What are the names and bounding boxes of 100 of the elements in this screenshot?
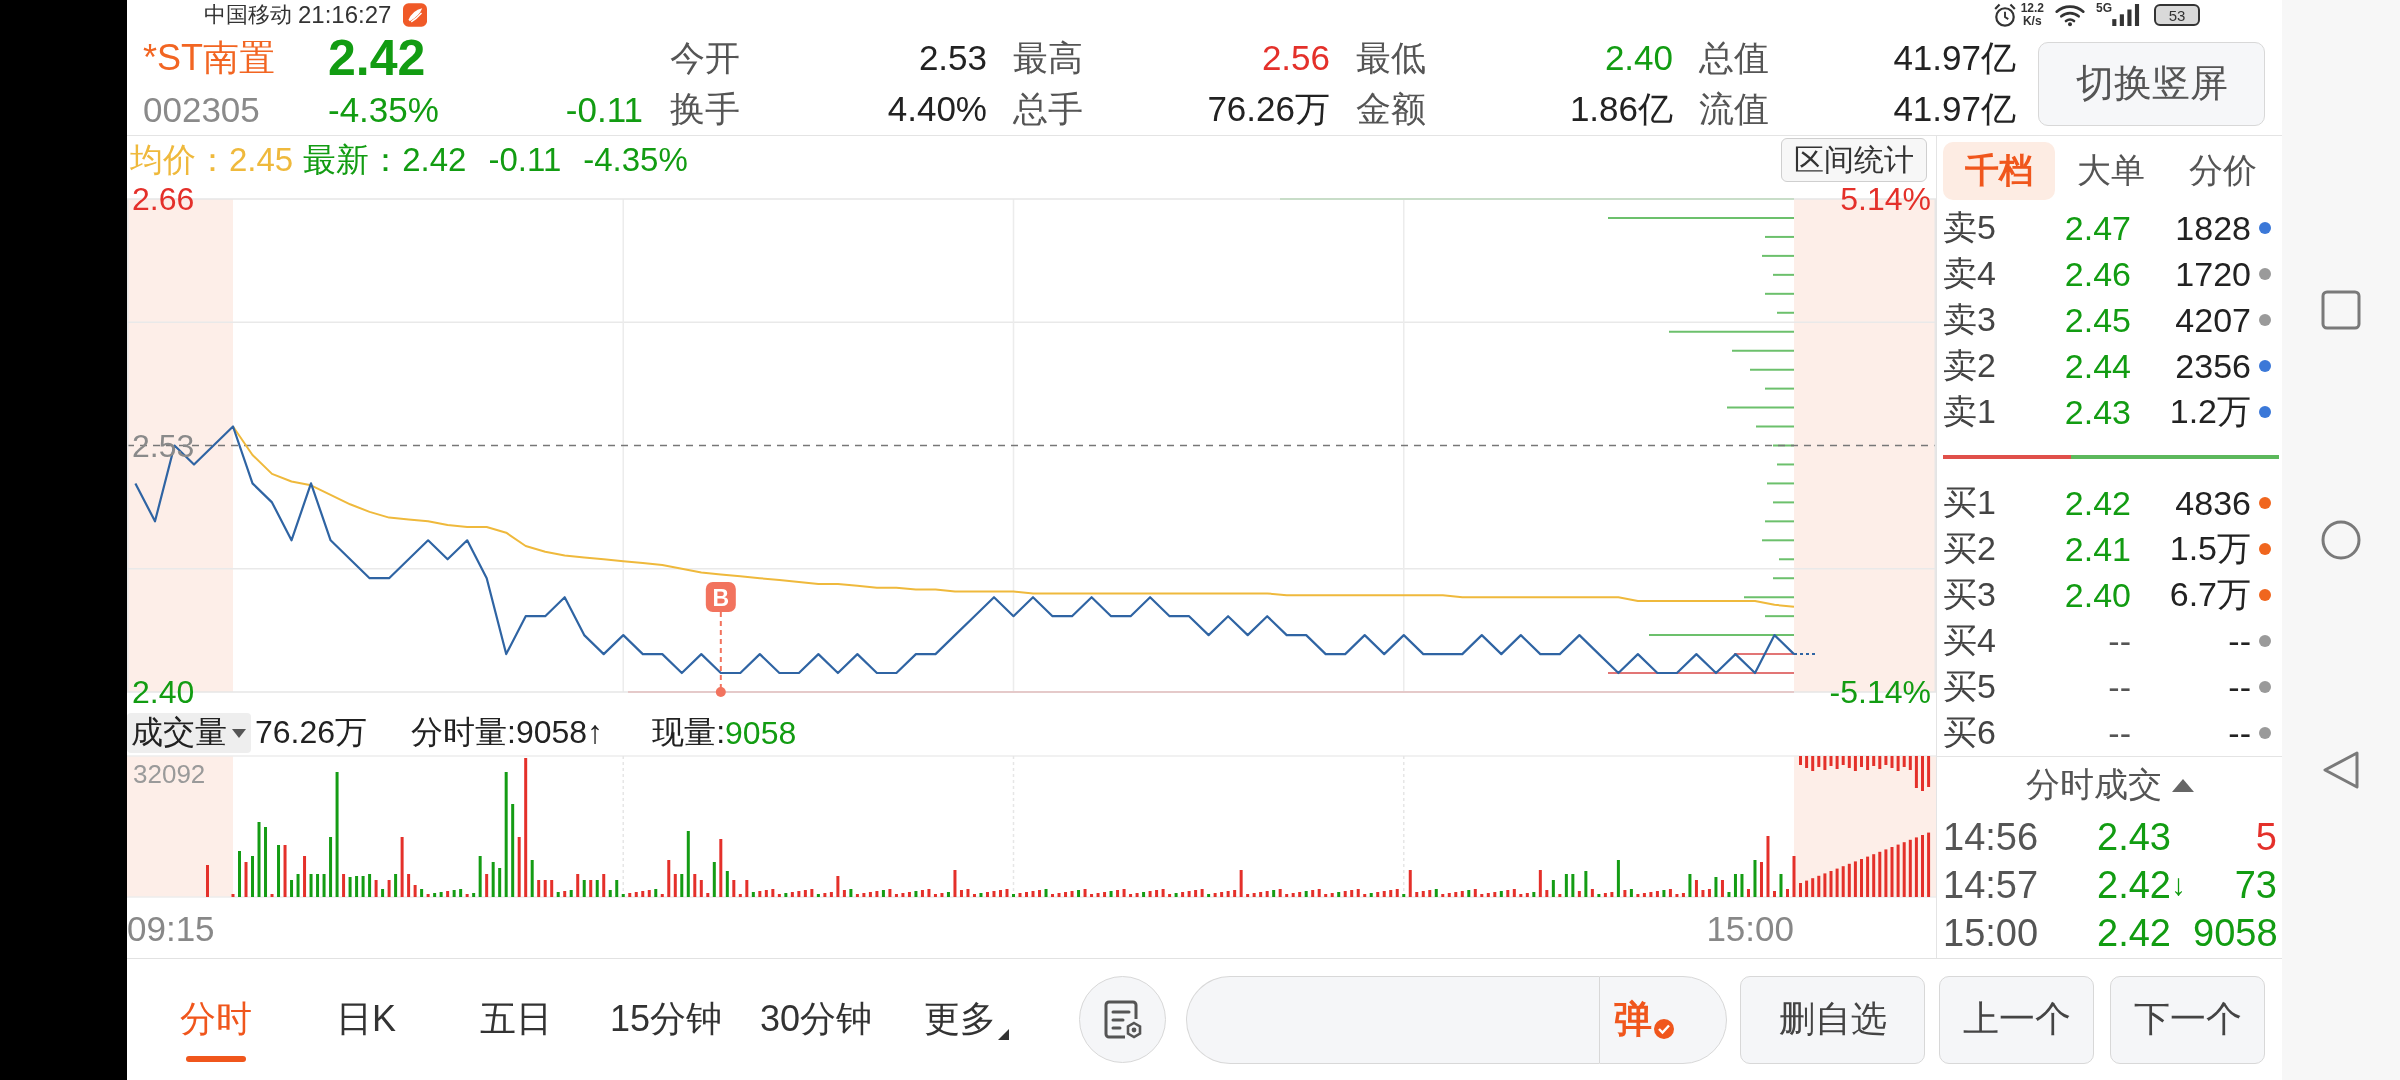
stock-name: *ST南置 — [143, 35, 275, 80]
order-price: 2.40 — [2063, 575, 2131, 615]
order-book-tab[interactable]: 分价 — [2167, 141, 2279, 200]
auction-volume-bar — [1878, 756, 1882, 769]
auction-volume-bar — [1878, 851, 1882, 897]
status-time: 21:16:27 — [298, 2, 392, 28]
previous-button[interactable]: 上一个 — [1939, 975, 2094, 1064]
auction-volume-bar — [1866, 856, 1870, 897]
auction-volume-bar — [1884, 756, 1888, 765]
auction-volume-bar — [1896, 756, 1900, 771]
comment-field[interactable] — [1186, 975, 1599, 1064]
auction-volume-bar — [1805, 756, 1809, 768]
auction-volume-bar — [1829, 871, 1833, 897]
order-level-label: 买1 — [1943, 482, 1997, 523]
order-price: 2.45 — [2063, 300, 2131, 340]
auction-volume-bar — [1914, 837, 1918, 897]
period-tab[interactable]: 日K — [291, 969, 441, 1070]
indicator-dropdown[interactable]: 成交量 — [127, 713, 251, 753]
order-price: -- — [2107, 713, 2131, 753]
auction-volume-bar — [1927, 756, 1931, 787]
order-volume: 1720 — [2174, 254, 2251, 294]
period-tab[interactable]: 15分钟 — [591, 969, 741, 1070]
stat-value: 41.97亿 — [1893, 36, 2016, 79]
auction-volume-bar — [1853, 756, 1857, 771]
auction-volume-bar — [1927, 832, 1931, 897]
auction-volume-bar — [1823, 873, 1827, 897]
stat-label: 金额 — [1356, 87, 1426, 130]
order-volume: 4836 — [2174, 483, 2251, 523]
caret-down-icon — [232, 728, 246, 738]
order-volume: 2356 — [2174, 346, 2251, 386]
auction-volume-bar — [1847, 756, 1851, 768]
average-price-label: 均价： — [130, 139, 229, 180]
auction-volume-bar — [1890, 756, 1894, 768]
auction-volume-bar — [1860, 756, 1863, 767]
order-level-label: 买4 — [1943, 620, 1997, 661]
order-level-label: 卖1 — [1943, 391, 1997, 432]
percent-axis-label: 5.14% — [1840, 181, 1931, 217]
period-tab[interactable]: 五日 — [441, 969, 591, 1070]
last-price: 2.42 — [328, 33, 426, 83]
recents-icon[interactable] — [2321, 290, 2361, 330]
battery-level: 53 — [2154, 4, 2200, 26]
stat-value: 2.53 — [918, 38, 987, 78]
orientation-button[interactable]: 切换竖屏 — [2038, 41, 2265, 126]
period-tab[interactable]: 更多 — [891, 969, 1041, 1070]
auction-volume-bar — [1902, 842, 1906, 897]
order-book-tab[interactable]: 大单 — [2055, 141, 2167, 200]
order-volume: 4207 — [2174, 300, 2251, 340]
trade-ticks-toggle[interactable]: 分时成交 — [2025, 762, 2194, 808]
tick-time: 14:56 — [1943, 815, 2040, 859]
next-button[interactable]: 下一个 — [2110, 975, 2265, 1064]
stat-label: 最高 — [1013, 36, 1083, 79]
annotation: B — [712, 585, 730, 611]
auction-volume-bar — [1890, 847, 1894, 897]
auction-volume-bar — [1805, 880, 1809, 897]
auction-volume-bar — [1853, 861, 1857, 897]
stat-label: 总手 — [1013, 87, 1083, 130]
order-price: -- — [2107, 667, 2131, 707]
auction-volume-bar — [1908, 756, 1912, 770]
alarm-clock-icon — [1992, 2, 2017, 28]
order-volume: 1.5万 — [2168, 528, 2251, 569]
auction-volume-bar — [1823, 756, 1827, 770]
latest-change-value: -0.11 — [488, 141, 562, 179]
stat-label: 总值 — [1699, 36, 1769, 79]
app-notification-icon — [403, 3, 428, 27]
total-volume: 76.26万 — [255, 713, 368, 752]
auction-volume-bar — [1835, 756, 1839, 769]
price-axis-label: 2.66 — [132, 181, 195, 217]
auction-volume-bar — [1811, 878, 1815, 897]
period-tab[interactable]: 30分钟 — [741, 969, 891, 1070]
order-level-label: 买3 — [1943, 574, 1997, 615]
auction-volume-bar — [1811, 756, 1815, 771]
auction-volume-bar — [1921, 835, 1924, 897]
tick-volume: 9058 — [2193, 911, 2277, 955]
volume-axis-label: 32092 — [133, 759, 206, 789]
order-volume: -- — [2227, 713, 2251, 753]
auction-volume-bar — [1817, 756, 1821, 767]
signal-icon — [2112, 4, 2140, 26]
order-volume: 1828 — [2174, 208, 2251, 248]
auction-volume-bar — [1835, 868, 1839, 897]
order-volume: 1.2万 — [2168, 391, 2251, 432]
auction-volume-bar — [1914, 756, 1918, 788]
order-price: 2.46 — [2063, 254, 2131, 294]
tick-time: 15:00 — [1943, 911, 2040, 955]
auction-volume-bar — [1902, 756, 1906, 767]
network-type: 5G — [2096, 2, 2112, 15]
down-arrow-icon: ↓ — [2171, 868, 2186, 901]
order-volume: -- — [2227, 667, 2251, 707]
home-icon[interactable] — [2321, 520, 2361, 560]
stat-value: 2.40 — [1604, 38, 1673, 78]
order-price: 2.43 — [2063, 392, 2131, 432]
tick-volume: 5 — [2254, 815, 2277, 859]
tick-time: 14:57 — [1943, 863, 2040, 907]
current-volume-label: 现量: — [652, 713, 726, 752]
change-amount: -0.11 — [565, 89, 643, 130]
remove-watchlist-button[interactable]: 删自选 — [1740, 975, 1925, 1064]
wifi-icon — [2054, 3, 2086, 27]
back-icon[interactable] — [2321, 750, 2361, 790]
current-volume-value: 9058 — [725, 714, 797, 752]
tick-volume: 73 — [2233, 863, 2277, 907]
range-statistics-button[interactable]: 区间统计 — [1781, 138, 1927, 182]
